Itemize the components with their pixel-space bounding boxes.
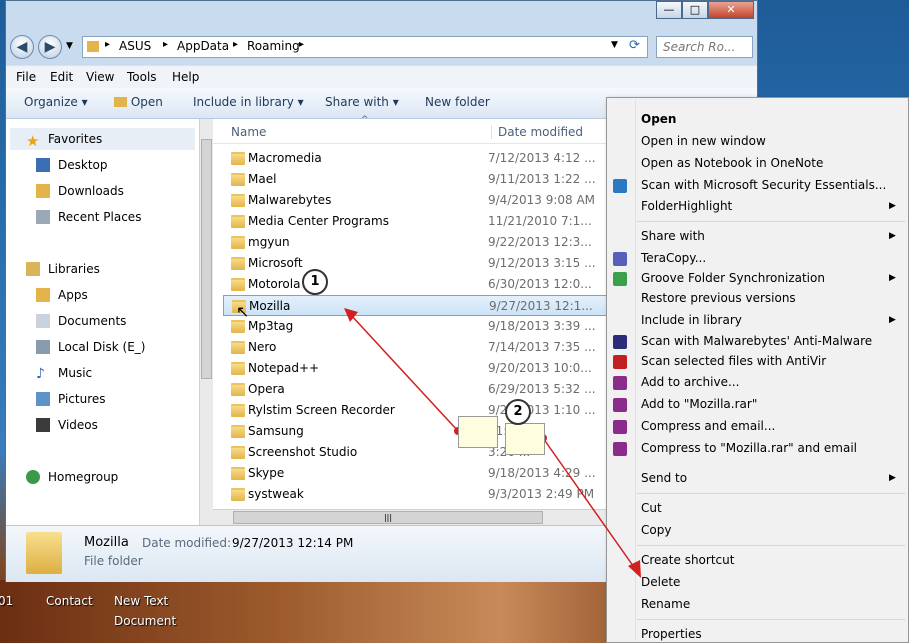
step-badge-1: 1 xyxy=(302,269,328,295)
mouse-cursor-icon: ↖ xyxy=(236,302,250,321)
annotation-callout xyxy=(505,423,545,455)
step-badge-2: 2 xyxy=(505,399,531,425)
annotation-arrows xyxy=(344,308,641,578)
arrow-to-delete xyxy=(542,437,637,571)
arrow-to-mozilla xyxy=(349,313,459,432)
annotation-callout xyxy=(458,416,498,448)
